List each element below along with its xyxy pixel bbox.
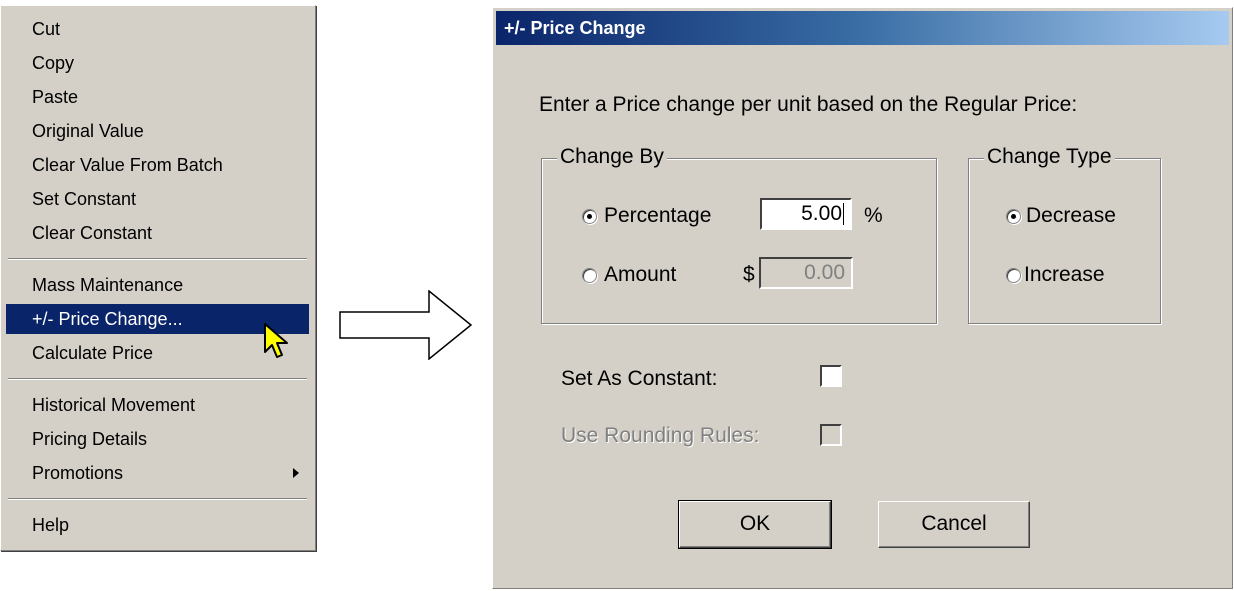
set-as-constant-label: Set As Constant: [561, 367, 718, 390]
menu-separator [8, 498, 307, 500]
menu-item-cut[interactable]: Cut [6, 14, 309, 44]
menu-item-copy[interactable]: Copy [6, 48, 309, 78]
menu-item-historical-movement[interactable]: Historical Movement [6, 390, 309, 420]
menu-item-set-constant[interactable]: Set Constant [6, 184, 309, 214]
menu-separator [8, 378, 307, 380]
mouse-pointer-icon [264, 323, 288, 358]
menu-item-original-value[interactable]: Original Value [6, 116, 309, 146]
menu-separator [8, 258, 307, 260]
menu-item-promotions[interactable]: Promotions [6, 458, 309, 488]
percentage-input[interactable]: 5.00 [760, 198, 852, 230]
dialog-titlebar[interactable]: +/- Price Change [496, 11, 1229, 45]
price-change-dialog: +/- Price Change Enter a Price change pe… [492, 7, 1233, 589]
decrease-label[interactable]: Decrease [1026, 204, 1116, 228]
menu-item-help[interactable]: Help [6, 510, 309, 540]
amount-label[interactable]: Amount [604, 263, 676, 287]
context-menu: Cut Copy Paste Original Value Clear Valu… [0, 5, 316, 551]
change-by-group: Change By [541, 145, 937, 324]
menu-item-paste[interactable]: Paste [6, 82, 309, 112]
use-rounding-rules-label: Use Rounding Rules: [561, 424, 760, 447]
dialog-title: +/- Price Change [504, 18, 646, 38]
menu-item-clear-constant[interactable]: Clear Constant [6, 218, 309, 248]
menu-item-clear-value-from-batch[interactable]: Clear Value From Batch [6, 150, 309, 180]
percentage-label[interactable]: Percentage [604, 204, 711, 228]
change-by-legend: Change By [557, 145, 667, 169]
menu-item-pricing-details[interactable]: Pricing Details [6, 424, 309, 454]
prompt-text: Enter a Price change per unit based on t… [539, 93, 1078, 116]
amount-radio[interactable] [582, 268, 597, 283]
amount-input[interactable]: 0.00 [759, 257, 853, 289]
amount-currency: $ [743, 263, 755, 286]
cancel-button[interactable]: Cancel [878, 501, 1030, 548]
change-type-group: Change Type [968, 145, 1161, 324]
increase-label[interactable]: Increase [1024, 263, 1105, 287]
percentage-unit: % [864, 204, 883, 227]
decrease-radio[interactable] [1006, 209, 1021, 224]
use-rounding-rules-checkbox[interactable] [820, 424, 842, 446]
right-arrow-icon [339, 290, 473, 360]
set-as-constant-checkbox[interactable] [820, 365, 842, 387]
change-type-legend: Change Type [984, 145, 1115, 169]
percentage-value: 5.00 [801, 202, 842, 225]
text-caret [843, 203, 844, 226]
increase-radio[interactable] [1006, 268, 1021, 283]
menu-item-mass-maintenance[interactable]: Mass Maintenance [6, 270, 309, 300]
ok-button[interactable]: OK [678, 500, 832, 549]
percentage-radio[interactable] [582, 209, 597, 224]
submenu-arrow-icon [293, 468, 299, 478]
menu-item-label: Promotions [32, 463, 124, 483]
